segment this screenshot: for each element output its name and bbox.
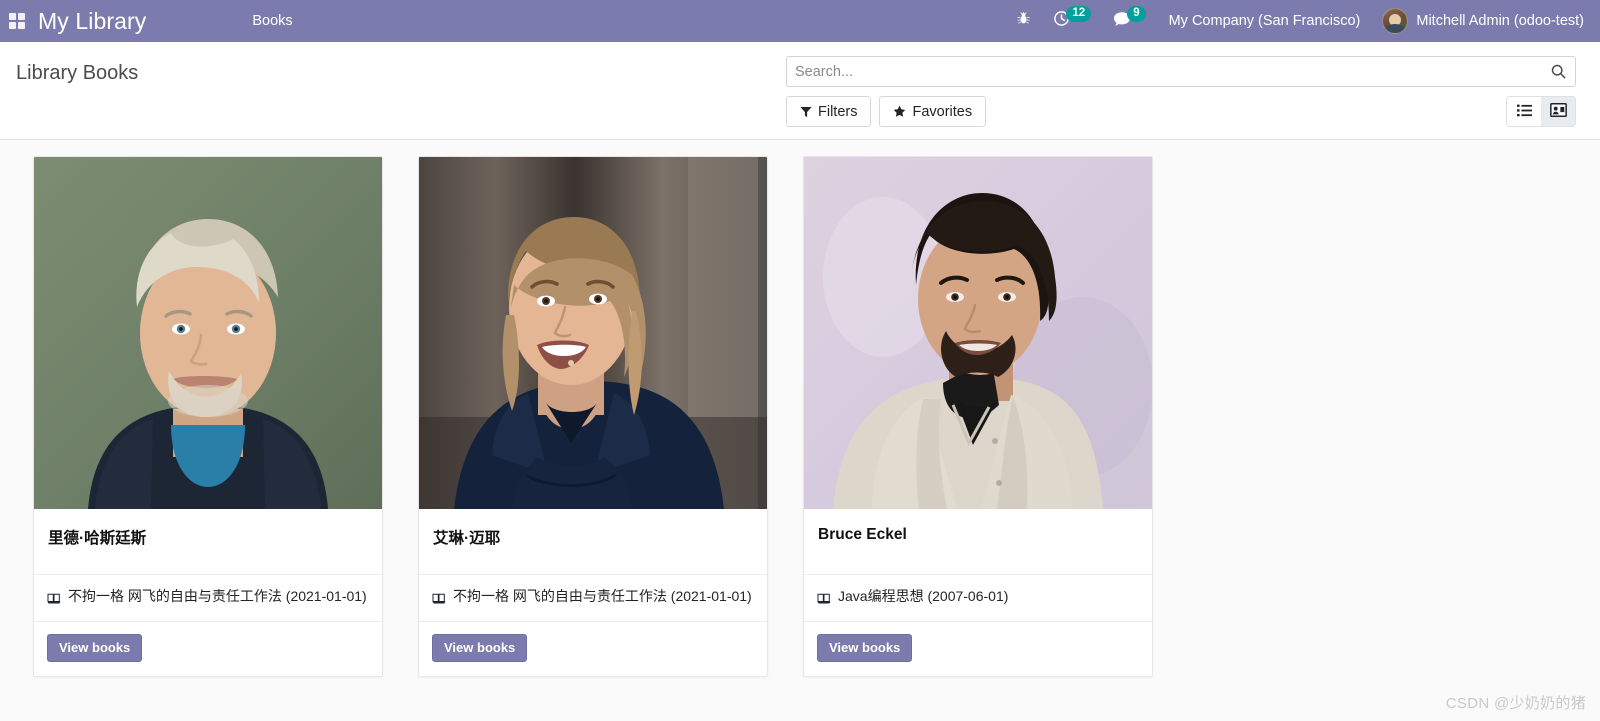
- book-label: 不拘一格 网飞的自由与责任工作法 (2021-01-01): [68, 588, 367, 604]
- favorites-dropdown-button[interactable]: Favorites: [879, 96, 987, 127]
- author-books-list: 不拘一格 网飞的自由与责任工作法 (2021-01-01): [34, 575, 382, 623]
- author-name: 里德·哈斯廷斯: [34, 509, 382, 575]
- debug-menu-button[interactable]: [1005, 0, 1042, 42]
- book-item: 不拘一格 网飞的自由与责任工作法 (2021-01-01): [47, 586, 369, 609]
- book-icon: [47, 589, 61, 609]
- messages-count-badge: 9: [1127, 5, 1146, 23]
- author-photo: [419, 157, 767, 509]
- top-navbar: My Library Books 12 9 My Company (San Fr…: [0, 0, 1600, 42]
- control-panel-right: Filters Favorites: [786, 56, 1576, 139]
- view-switcher-kanban-button[interactable]: [1541, 97, 1575, 126]
- book-item: Java编程思想 (2007-06-01): [817, 586, 1139, 609]
- user-menu-button[interactable]: Mitchell Admin (odoo-test): [1372, 8, 1586, 34]
- book-label: 不拘一格 网飞的自由与责任工作法 (2021-01-01): [453, 588, 752, 604]
- book-label: Java编程思想 (2007-06-01): [838, 588, 1009, 604]
- funnel-icon: [800, 106, 812, 118]
- kanban-card[interactable]: Bruce Eckel Java编程思想 (2007-06-01) View b…: [803, 156, 1153, 678]
- company-switcher[interactable]: My Company (San Francisco): [1157, 13, 1373, 29]
- nav-menu-books[interactable]: Books: [238, 0, 306, 42]
- search-icon[interactable]: [1551, 64, 1566, 79]
- navbar-right: 12 9 My Company (San Francisco) Mitchell…: [1005, 0, 1600, 42]
- favorites-label: Favorites: [912, 103, 973, 120]
- filters-dropdown-button[interactable]: Filters: [786, 96, 872, 127]
- breadcrumb: Library Books: [16, 62, 139, 84]
- kanban-card[interactable]: 艾琳·迈耶 不拘一格 网飞的自由与责任工作法 (2021-01-01) View…: [418, 156, 768, 678]
- activities-menu-button[interactable]: 12: [1042, 0, 1102, 42]
- card-footer: View books: [419, 622, 767, 676]
- portrait-bruce-eckel: [804, 157, 1152, 509]
- book-icon: [817, 589, 831, 609]
- card-footer: View books: [34, 622, 382, 676]
- author-name: Bruce Eckel: [804, 509, 1152, 575]
- author-photo: [804, 157, 1152, 509]
- apps-grid-icon: [9, 13, 25, 29]
- view-books-button[interactable]: View books: [432, 634, 528, 663]
- author-books-list: 不拘一格 网飞的自由与责任工作法 (2021-01-01): [419, 575, 767, 623]
- view-books-button[interactable]: View books: [817, 634, 913, 663]
- control-panel-buttons: Filters Favorites: [786, 96, 1576, 127]
- bug-icon: [1016, 11, 1031, 31]
- book-item: 不拘一格 网飞的自由与责任工作法 (2021-01-01): [432, 586, 754, 609]
- search-input[interactable]: [795, 63, 1551, 80]
- control-panel: Library Books Search... Filters Favorite…: [0, 42, 1600, 140]
- activities-count-badge: 12: [1066, 5, 1092, 23]
- card-footer: View books: [804, 622, 1152, 676]
- messages-menu-button[interactable]: 9: [1102, 0, 1156, 42]
- author-name: 艾琳·迈耶: [419, 509, 767, 575]
- avatar: [1382, 8, 1409, 34]
- star-icon: [893, 105, 906, 118]
- app-brand[interactable]: My Library: [34, 8, 152, 35]
- portrait-reed-hastings: [34, 157, 382, 509]
- search-view[interactable]: [786, 56, 1576, 87]
- kanban-card[interactable]: 里德·哈斯廷斯 不拘一格 网飞的自由与责任工作法 (2021-01-01) Vi…: [33, 156, 383, 678]
- view-switcher-list-button[interactable]: [1507, 97, 1541, 126]
- filters-label: Filters: [818, 103, 858, 120]
- apps-menu-button[interactable]: [0, 0, 34, 42]
- kanban-view: 里德·哈斯廷斯 不拘一格 网飞的自由与责任工作法 (2021-01-01) Vi…: [0, 140, 1600, 721]
- view-books-button[interactable]: View books: [47, 634, 143, 663]
- portrait-erin-meyer: [419, 157, 767, 509]
- card-view-icon: [1549, 103, 1567, 120]
- book-icon: [432, 589, 446, 609]
- view-switcher: [1506, 96, 1576, 127]
- author-books-list: Java编程思想 (2007-06-01): [804, 575, 1152, 623]
- author-photo: [34, 157, 382, 509]
- list-view-icon: [1516, 104, 1532, 120]
- user-menu-label: Mitchell Admin (odoo-test): [1416, 13, 1584, 29]
- watermark: CSDN @少奶奶的猪: [1445, 695, 1586, 712]
